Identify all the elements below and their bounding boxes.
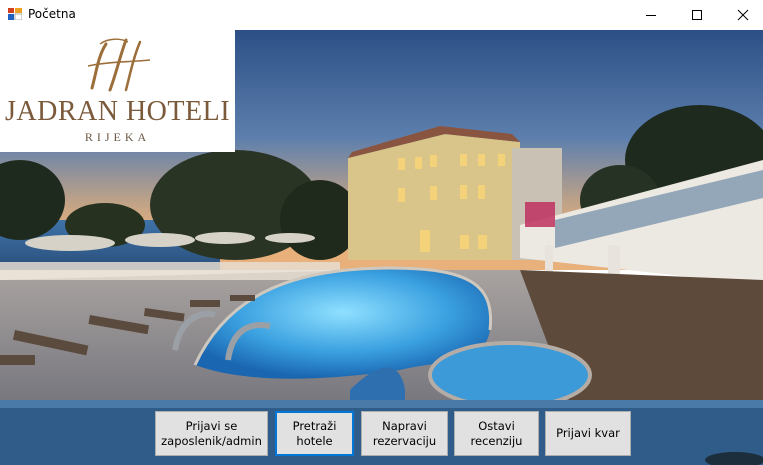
logo-name: JADRAN HOTELI bbox=[4, 96, 231, 127]
report-fault-button[interactable]: Prijavi kvar bbox=[545, 411, 631, 456]
login-employee-admin-button[interactable]: Prijavi se zaposlenik/admin bbox=[155, 411, 268, 456]
logo-monogram-icon bbox=[87, 38, 151, 92]
make-reservation-button[interactable]: Napravi rezervaciju bbox=[361, 411, 448, 456]
title-bar: Početna bbox=[0, 0, 763, 30]
close-icon bbox=[737, 9, 749, 21]
logo-city: RIJEKA bbox=[84, 130, 151, 144]
maximize-button[interactable] bbox=[674, 0, 720, 30]
hotel-logo: JADRAN HOTELI RIJEKA bbox=[0, 30, 235, 152]
window-title: Početna bbox=[28, 7, 76, 21]
minimize-button[interactable] bbox=[628, 0, 674, 30]
search-hotels-button[interactable]: Pretraži hotele bbox=[275, 411, 354, 456]
maximize-icon bbox=[692, 10, 702, 20]
app-icon bbox=[8, 8, 22, 20]
minimize-icon bbox=[646, 15, 656, 16]
leave-review-button[interactable]: Ostavi recenziju bbox=[454, 411, 539, 456]
close-button[interactable] bbox=[720, 0, 763, 30]
